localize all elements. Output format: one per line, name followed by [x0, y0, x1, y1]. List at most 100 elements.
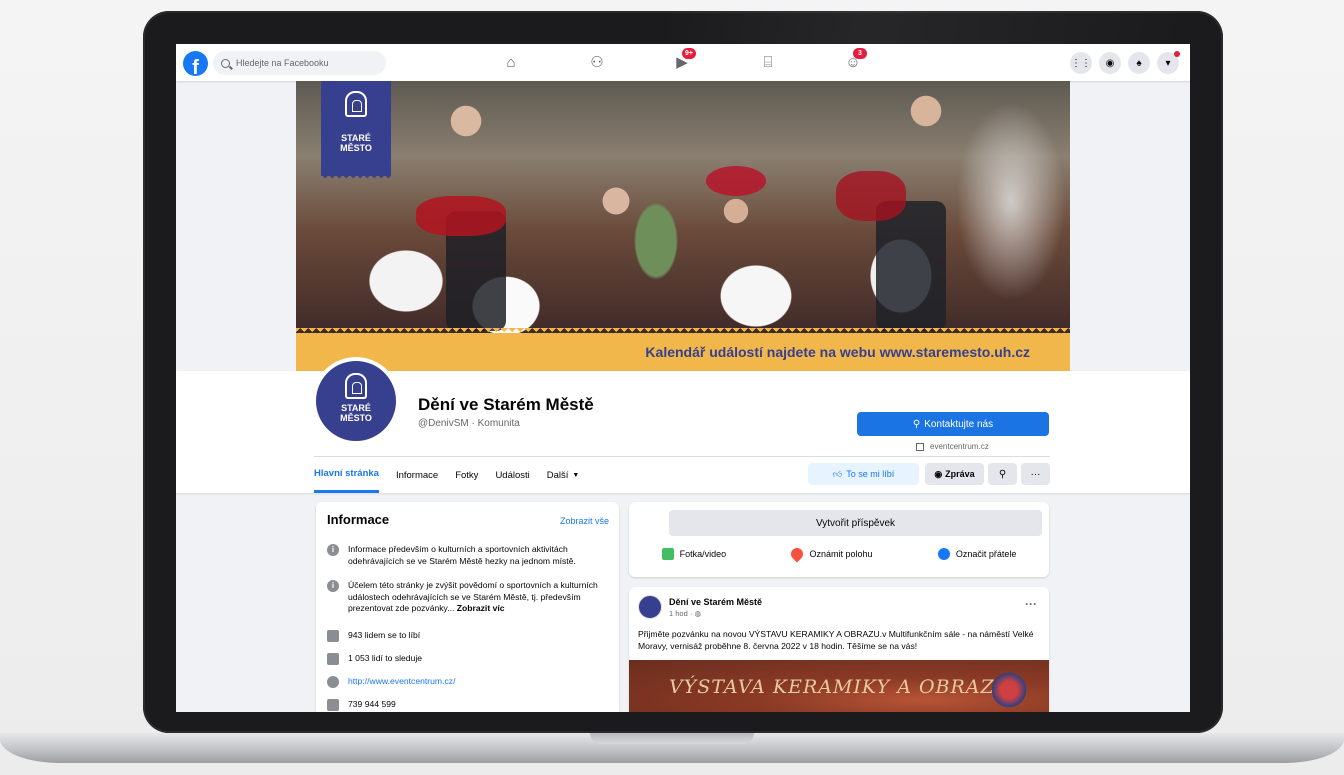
home-icon[interactable]: ⌂ — [502, 53, 520, 71]
logo-line-1: STARÉ — [341, 133, 371, 143]
search-input[interactable]: Hledejte na Facebooku — [213, 51, 386, 75]
info-title: Informace — [327, 512, 390, 527]
post-author[interactable]: Dění ve Starém Městě — [669, 597, 762, 607]
tab-about[interactable]: Informace — [396, 457, 438, 493]
post-author-avatar[interactable] — [638, 595, 662, 619]
info-icon: i — [327, 580, 339, 592]
tag-friends-button[interactable]: Označit přátele — [937, 548, 1017, 560]
cover-banner-text: Kalendář událostí najdete na webu www.st… — [645, 344, 1030, 360]
tag-people-icon — [937, 548, 950, 560]
info-row-website: http://www.eventcentrum.cz/ — [327, 676, 612, 688]
logo-letter: f — [192, 57, 199, 76]
account-chevron-icon[interactable]: ▾ — [1157, 51, 1180, 74]
search-icon — [221, 58, 230, 68]
check-in-label: Oznámit polohu — [809, 549, 873, 559]
laptop-mockup: f Hledejte na Facebooku ⌂ ⚇ ▶ 9+ ⌸ ☺ 3 ⋮… — [0, 0, 1344, 775]
town-gate-icon — [345, 91, 367, 117]
logo-zigzag-edge — [321, 175, 391, 182]
account-alert-dot — [1174, 51, 1180, 57]
like-button-label: To se mi líbí — [846, 469, 895, 479]
info-row-purpose: i Účelem této stránky je zvýšit povědomí… — [327, 580, 612, 615]
composer-actions: Fotka/video Oznámit polohu Označit přáte… — [629, 545, 1049, 563]
external-link-icon — [916, 442, 924, 451]
town-gate-icon — [345, 373, 367, 399]
menu-grid-icon[interactable]: ⋮⋮ — [1070, 52, 1092, 74]
notifications-icon[interactable]: ♠ — [1128, 52, 1150, 74]
more-dots-icon: ··· — [1030, 468, 1041, 480]
phone-icon — [327, 699, 339, 711]
thumbs-up-icon: 👍︎ — [832, 468, 843, 479]
post-image-text: VÝSTAVA KERAMIKY A OBRAZŮ — [669, 676, 1012, 698]
followers-count: 1 053 lidí to sleduje — [348, 653, 423, 663]
groups-badge: 3 — [853, 48, 867, 59]
external-link[interactable]: eventcentrum.cz — [916, 442, 989, 451]
page-handle: @DenivSM · Komunita — [418, 418, 520, 429]
stare-mesto-logo: STARÉ MĚSTO — [321, 81, 391, 182]
info-row-description: i Informace především o kulturních a spo… — [327, 544, 612, 567]
groups-icon[interactable]: ☺ 3 — [844, 48, 867, 71]
costume-detail-3 — [706, 166, 766, 196]
costume-figure-right — [876, 201, 946, 331]
tab-photos[interactable]: Fotky — [455, 457, 478, 493]
messenger-icon: ◉ — [934, 468, 943, 479]
messenger-icon[interactable]: ◉ — [1099, 52, 1121, 74]
page-avatar[interactable]: STARÉ MĚSTO — [312, 357, 400, 445]
logo-text: STARÉ MĚSTO — [321, 133, 391, 153]
tag-friends-label: Označit přátele — [955, 549, 1017, 559]
likes-count: 943 lidem se to líbí — [348, 630, 421, 640]
cover-image — [296, 81, 1070, 333]
check-in-button[interactable]: Oznámit polohu — [788, 545, 873, 563]
costume-detail-2 — [836, 171, 906, 221]
contact-button-label: Kontaktujte nás — [924, 418, 994, 430]
tab-more-label: Další — [546, 469, 569, 481]
info-card: Informace Zobrazit vše i Informace přede… — [316, 502, 619, 712]
info-row-likes: 943 lidem se to líbí — [327, 630, 612, 642]
marketplace-icon[interactable]: ⌸ — [759, 53, 777, 71]
watch-icon[interactable]: ▶ 9+ — [673, 48, 696, 71]
post-timestamp[interactable]: 1 hod · ◍ — [669, 609, 701, 618]
friends-icon[interactable]: ⚇ — [588, 53, 606, 71]
laptop-notch — [590, 733, 754, 744]
cover-photo[interactable]: STARÉ MĚSTO Kalendář událostí najdete na… — [296, 81, 1070, 371]
message-button[interactable]: ◉ Zpráva — [925, 463, 984, 485]
tab-home[interactable]: Hlavní stránka — [314, 457, 379, 493]
location-pin-icon — [788, 545, 806, 563]
info-icon: i — [327, 544, 339, 556]
page-tabs: Hlavní stránka Informace Fotky Události … — [314, 457, 596, 493]
logo-line-2: MĚSTO — [340, 143, 372, 153]
photo-video-button[interactable]: Fotka/video — [661, 548, 727, 560]
avatar-text: STARÉ MĚSTO — [316, 403, 396, 423]
avatar-line-1: STARÉ — [341, 403, 371, 413]
tab-events[interactable]: Události — [495, 457, 529, 493]
ceramic-decoration — [989, 670, 1029, 710]
globe-icon: ◍ — [694, 609, 701, 618]
post-options-icon[interactable]: ··· — [1025, 597, 1037, 611]
thumbs-up-icon — [327, 630, 339, 642]
show-all-link[interactable]: Zobrazit vše — [560, 516, 609, 526]
tab-more[interactable]: Další ▼ — [547, 457, 580, 493]
globe-icon — [327, 676, 339, 688]
photo-video-label: Fotka/video — [679, 549, 727, 559]
page-title[interactable]: Dění ve Starém Městě — [418, 395, 594, 415]
page-header: STARÉ MĚSTO Dění ve Starém Městě @DenivS… — [176, 357, 1190, 493]
post-text: Přijměte pozvánku na novou VÝSTAVU KERAM… — [638, 629, 1034, 651]
post-time-label: 1 hod · — [669, 609, 695, 618]
phone-number: 739 944 599 — [348, 699, 396, 709]
like-button[interactable]: 👍︎ To se mi líbí — [808, 463, 919, 485]
info-row-phone: 739 944 599 — [327, 699, 612, 711]
post-image[interactable]: VÝSTAVA KERAMIKY A OBRAZŮ — [629, 660, 1049, 712]
message-button-label: Zpráva — [945, 469, 975, 479]
cover-banner: Kalendář událostí najdete na webu www.st… — [296, 328, 1070, 371]
show-more-link[interactable]: Zobrazit víc — [457, 603, 505, 613]
search-icon: ⚲ — [998, 468, 1007, 480]
facebook-logo-icon[interactable]: f — [183, 51, 208, 76]
website-link[interactable]: http://www.eventcentrum.cz/ — [348, 676, 455, 688]
create-post-button[interactable]: Vytvořit příspěvek — [669, 510, 1042, 536]
more-options-button[interactable]: ··· — [1021, 463, 1050, 485]
feed-post: Dění ve Starém Městě 1 hod · ◍ ··· Přijm… — [629, 587, 1049, 712]
info-description-1: Informace především o kulturních a sport… — [348, 544, 576, 566]
search-page-button[interactable]: ⚲ — [988, 463, 1017, 485]
contact-button[interactable]: ⚲ Kontaktujte nás — [857, 412, 1049, 436]
external-link-label: eventcentrum.cz — [930, 442, 989, 451]
info-row-followers: 1 053 lidí to sleduje — [327, 653, 612, 665]
